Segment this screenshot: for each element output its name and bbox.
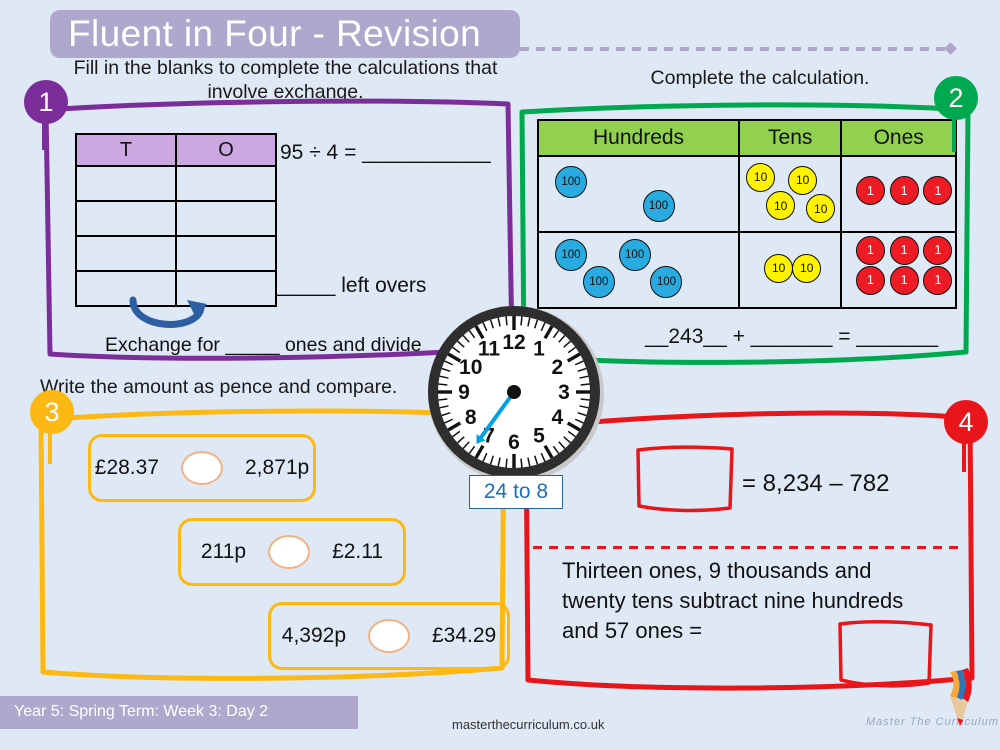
counter-hundreds: 100: [554, 238, 587, 271]
counter-tens: 10: [766, 191, 796, 221]
counter-group: 111: [842, 157, 955, 231]
worksheet-page: Fluent in Four - Revision Fill in the bl…: [0, 0, 1000, 750]
table-row: [75, 200, 277, 237]
exchange-instruction: Exchange for _____ ones and divide: [105, 334, 422, 356]
comparison-answer-oval[interactable]: [181, 451, 223, 485]
table-row: [75, 235, 277, 272]
comparison-right-value: £2.11: [332, 540, 384, 563]
counter-cell-tens[interactable]: 10 10 10 10: [738, 155, 843, 233]
svg-text:12: 12: [502, 331, 525, 354]
comparison-row[interactable]: 4,392p £34.29: [268, 602, 510, 670]
answer-box-subtraction[interactable]: [634, 444, 738, 519]
title-dashed-rule: [520, 47, 948, 51]
answer-box-word-problem[interactable]: [836, 619, 936, 694]
comparison-left-value: £28.37: [94, 456, 159, 479]
counter-cell-ones[interactable]: 111111: [840, 231, 957, 309]
page-title: Fluent in Four - Revision: [68, 13, 482, 54]
counter-ones: 1: [889, 235, 919, 265]
svg-text:5: 5: [533, 424, 545, 447]
counter-column-header: Ones: [840, 119, 957, 157]
comparison-row[interactable]: £28.37 2,871p: [88, 434, 316, 502]
section-one-badge: 1: [24, 80, 68, 124]
svg-text:4: 4: [551, 406, 563, 429]
table-header-o: O: [175, 133, 277, 167]
place-value-counter-chart: Hundreds Tens Ones 100 100 10 10 10 10 1 1 1 100 100…: [536, 119, 957, 309]
counter-ones: 1: [855, 265, 885, 295]
counter-hundreds: 100: [554, 165, 587, 198]
counter-ones: 1: [923, 176, 953, 206]
counter-group: 100 100 100 100: [539, 233, 738, 307]
counter-chart-row: 100 100 10 10 10 10 1 1 1: [536, 155, 957, 233]
comparison-right-value: 2,871p: [245, 456, 310, 479]
division-calculation: 95 ÷ 4 = ___________: [280, 141, 491, 164]
counter-cell-hundreds[interactable]: 100 100: [536, 155, 741, 233]
tens-ones-table: TO: [75, 133, 277, 307]
comparison-left-value: 4,392p: [281, 624, 346, 647]
table-cell[interactable]: [75, 165, 177, 202]
table-cell[interactable]: [175, 165, 277, 202]
counter-cell-tens[interactable]: 10 10: [738, 231, 843, 309]
counter-hundreds: 100: [650, 265, 683, 298]
table-cell[interactable]: [75, 235, 177, 272]
counter-ones: 1: [889, 265, 919, 295]
comparison-right-value: £34.29: [432, 624, 497, 647]
counter-ones: 1: [855, 176, 885, 206]
comparison-answer-oval[interactable]: [368, 619, 410, 653]
counter-ones: 1: [889, 176, 919, 206]
pencil-logo-icon: [938, 668, 982, 730]
table-header-row: TO: [75, 133, 277, 167]
section-two-badge: 2: [934, 76, 978, 120]
svg-text:1: 1: [533, 338, 545, 361]
table-cell[interactable]: [175, 200, 277, 237]
counter-tens: 10: [806, 194, 836, 223]
section-two-prompt: Complete the calculation.: [650, 67, 870, 89]
counter-ones: 1: [923, 265, 953, 295]
counter-hundreds: 100: [618, 238, 651, 271]
table-header-t: T: [75, 133, 177, 167]
counter-column-header: Hundreds: [536, 119, 741, 157]
counter-chart-row: 100 100 100 100 10 10 1 1 1 1 1 1: [536, 231, 957, 309]
counter-cell-hundreds[interactable]: 100 100 100 100: [536, 231, 741, 309]
table-cell[interactable]: [75, 200, 177, 237]
left-overs-blank: _____ left overs: [277, 274, 427, 297]
table-cell[interactable]: [175, 235, 277, 272]
table-row: [75, 165, 277, 202]
counter-group: 10 10 10 10: [740, 157, 840, 231]
comparison-answer-oval[interactable]: [268, 535, 311, 569]
section-four-equation: = 8,234 – 782: [742, 470, 890, 497]
counter-ones: 1: [923, 235, 953, 265]
counter-tens: 10: [788, 165, 818, 195]
counter-group: 111111: [842, 233, 955, 307]
svg-text:2: 2: [551, 356, 563, 379]
section-two-equation: __243__ + _______ = _______: [645, 325, 939, 348]
website-url: masterthecurriculum.co.uk: [452, 717, 605, 732]
svg-text:8: 8: [465, 406, 477, 429]
analogue-clock: 12 1 2 3 4 5 6 7 8 9 10 11: [424, 302, 608, 486]
svg-text:9: 9: [458, 381, 470, 404]
section-four-divider: [533, 546, 958, 549]
counter-group: 100 100: [539, 157, 738, 231]
svg-text:3: 3: [558, 381, 570, 404]
comparison-row[interactable]: 211p £2.11: [178, 518, 406, 586]
svg-text:6: 6: [508, 431, 520, 454]
counter-ones: 1: [855, 235, 885, 265]
counter-column-header: Tens: [738, 119, 843, 157]
clock-time-label: 24 to 8: [469, 475, 563, 509]
section-four-badge: 4: [944, 400, 988, 444]
counter-tens: 10: [792, 253, 822, 283]
counter-tens: 10: [746, 162, 776, 192]
comparison-left-value: 211p: [200, 540, 247, 563]
counter-hundreds: 100: [642, 189, 675, 222]
counter-group: 10 10: [740, 233, 840, 307]
lesson-label: Year 5: Spring Term: Week 3: Day 2: [14, 703, 269, 720]
counter-hundreds: 100: [582, 265, 615, 298]
svg-text:11: 11: [478, 338, 501, 361]
counter-cell-ones[interactable]: 111: [840, 155, 957, 233]
counter-tens: 10: [764, 253, 794, 283]
section-three-badge: 3: [30, 390, 74, 434]
title-end-diamond: [944, 42, 957, 55]
